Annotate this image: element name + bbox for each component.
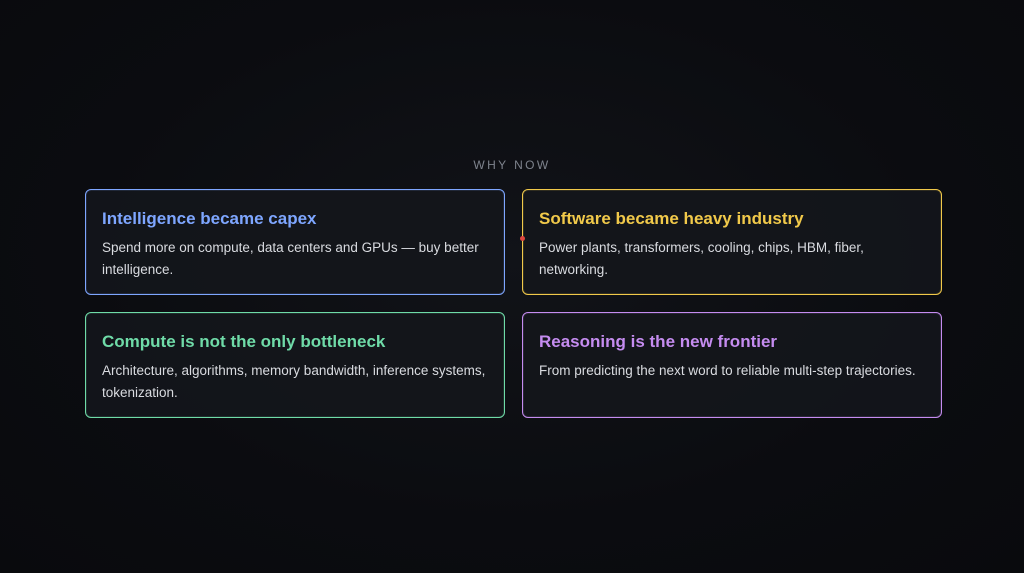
card-body: Architecture, algorithms, memory bandwid… bbox=[102, 363, 486, 400]
card-reasoning-frontier: Reasoning is the new frontier From predi… bbox=[522, 312, 942, 418]
slide: WHY NOW Intelligence became capex Spend … bbox=[0, 0, 1024, 573]
card-body: Spend more on compute, data centers and … bbox=[102, 240, 479, 277]
card-title: Software became heavy industry bbox=[539, 209, 804, 228]
pointer-dot bbox=[520, 236, 525, 241]
card-title: Intelligence became capex bbox=[102, 209, 317, 228]
card-body: From predicting the next word to reliabl… bbox=[539, 363, 916, 378]
card-grid: Intelligence became capex Spend more on … bbox=[85, 189, 942, 418]
card-compute-bottleneck: Compute is not the only bottleneck Archi… bbox=[85, 312, 505, 418]
section-eyebrow: WHY NOW bbox=[473, 158, 551, 172]
card-title: Reasoning is the new frontier bbox=[539, 332, 778, 351]
card-intelligence-capex: Intelligence became capex Spend more on … bbox=[85, 189, 505, 295]
card-title: Compute is not the only bottleneck bbox=[102, 332, 386, 351]
card-software-heavy-industry: Software became heavy industry Power pla… bbox=[522, 189, 942, 295]
card-body: Power plants, transformers, cooling, chi… bbox=[539, 240, 864, 277]
